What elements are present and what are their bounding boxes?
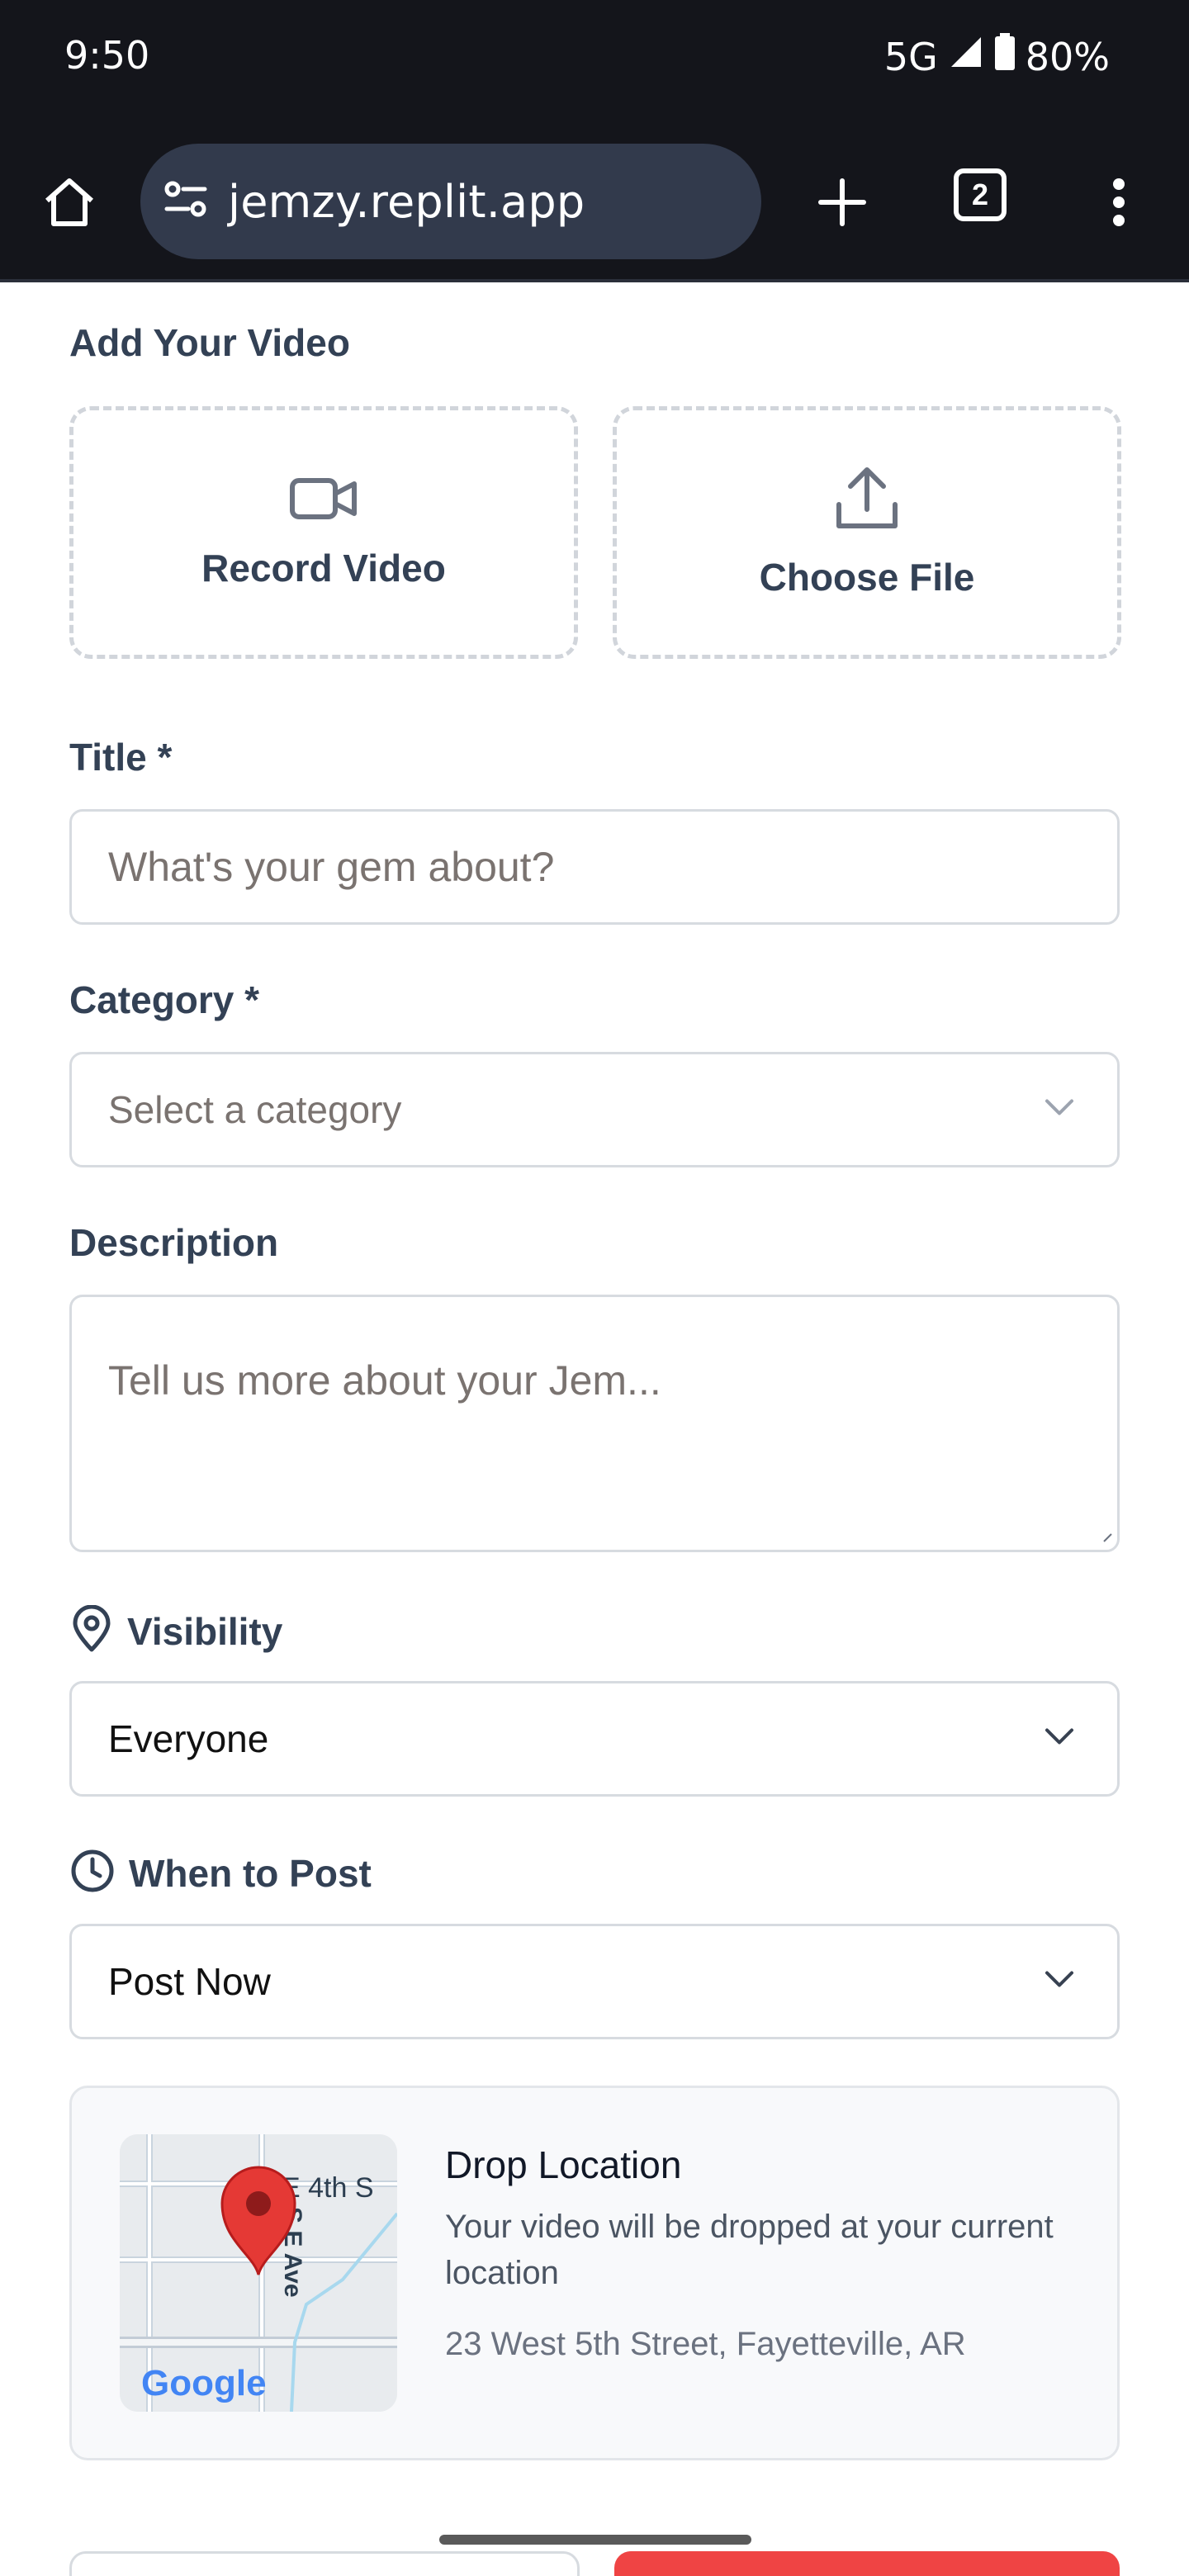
overflow-menu-icon[interactable] [1098,165,1139,239]
gesture-nav-handle[interactable] [439,2535,751,2545]
title-input[interactable]: What's your gem about? [69,809,1120,925]
battery-level: 80% [1025,34,1110,79]
category-label: Category * [69,978,260,1021]
record-video-button[interactable]: Record Video [69,406,578,659]
visibility-label: Visibility [127,1609,283,1653]
url-text: jemzy.replit.app [228,175,585,228]
signal-icon [948,34,984,79]
title-label: Title * [69,736,173,779]
upload-icon [834,466,900,535]
new-tab-icon[interactable] [805,165,879,239]
submit-button[interactable] [614,2551,1120,2576]
record-video-label: Record Video [201,546,446,590]
cancel-button[interactable] [69,2551,580,2576]
chevron-down-icon [1045,1099,1074,1121]
map-pin-icon [69,1604,114,1657]
when-to-post-label-row: When to Post [69,1848,372,1898]
choose-file-button[interactable]: Choose File [613,406,1121,659]
choose-file-label: Choose File [759,555,975,599]
address-bar[interactable]: jemzy.replit.app [140,144,761,259]
visibility-value: Everyone [108,1717,269,1760]
resize-handle-icon[interactable] [1102,1532,1112,1546]
battery-icon [994,33,1016,80]
clock-icon [69,1848,116,1898]
title-placeholder: What's your gem about? [108,844,555,890]
visibility-select[interactable]: Everyone [69,1681,1120,1797]
google-logo: Google [141,2363,267,2403]
chevron-down-icon [1045,1728,1074,1750]
drop-location-address: 23 West 5th Street, Fayetteville, AR [445,2326,966,2362]
chevron-down-icon [1045,1971,1074,1993]
site-settings-icon[interactable] [163,179,208,225]
category-placeholder: Select a category [108,1088,402,1131]
description-placeholder: Tell us more about your Jem... [108,1357,661,1404]
status-icons: 5G 80% [884,33,1110,80]
status-time: 9:50 [64,33,150,78]
drop-location-card: E 4th S S E Ave Google Drop Location You… [69,2086,1120,2460]
visibility-label-row: Visibility [69,1604,283,1657]
category-select[interactable]: Select a category [69,1052,1120,1167]
description-textarea[interactable]: Tell us more about your Jem... [69,1295,1120,1552]
browser-toolbar: jemzy.replit.app 2 [0,116,1189,282]
home-icon[interactable] [36,168,102,234]
when-to-post-value: Post Now [108,1960,271,2003]
drop-location-title: Drop Location [445,2143,682,2186]
description-label: Description [69,1221,279,1264]
location-map[interactable]: E 4th S S E Ave Google [120,2134,397,2412]
when-to-post-select[interactable]: Post Now [69,1924,1120,2039]
when-to-post-label: When to Post [129,1851,372,1895]
network-type: 5G [883,34,938,79]
tab-switcher-button[interactable]: 2 [954,168,1007,221]
video-section-label: Add Your Video [69,321,350,364]
video-camera-icon [290,476,358,526]
drop-location-description: Your video will be dropped at your curre… [445,2209,1054,2291]
status-bar: 9:50 5G 80% [0,0,1189,116]
